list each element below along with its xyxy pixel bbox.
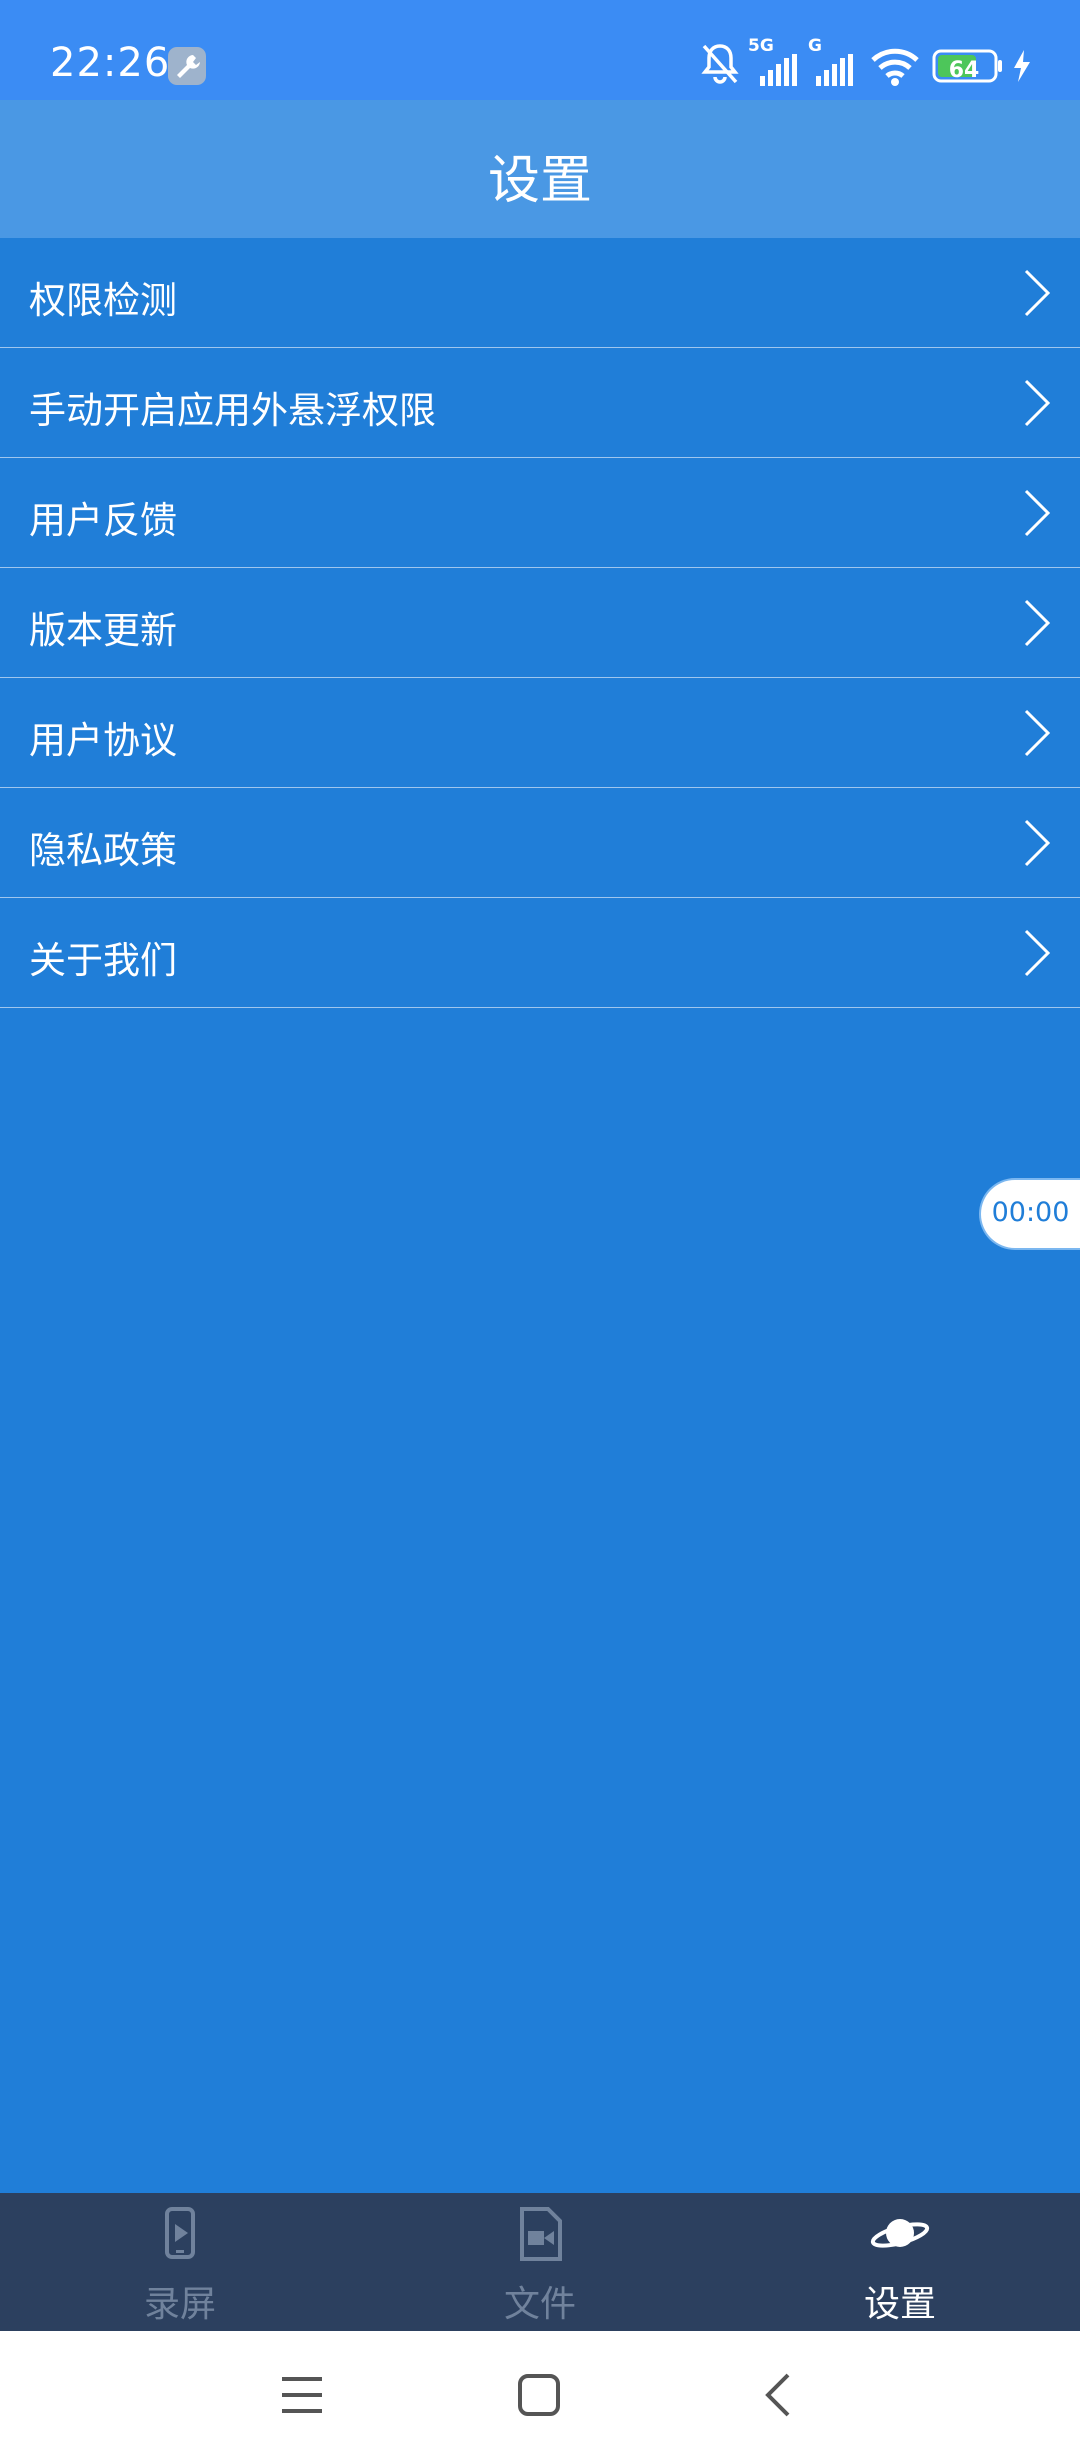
settings-item-about-us[interactable]: 关于我们 <box>0 898 1080 1008</box>
status-bar: 22:26 5G G 64 <box>0 0 1080 100</box>
network-label-1: 5G <box>748 36 774 56</box>
settings-item-label: 版本更新 <box>29 609 177 652</box>
wrench-icon <box>168 47 206 85</box>
bottom-nav: 录屏 文件 设置 <box>0 2193 1080 2331</box>
status-time: 22:26 <box>50 40 171 86</box>
app-header: 设置 <box>0 100 1080 238</box>
page-title: 设置 <box>487 151 592 211</box>
signal-icon-1 <box>760 54 800 90</box>
settings-item-permission-check[interactable]: 权限检测 <box>0 238 1080 348</box>
network-label-2: G <box>808 36 822 56</box>
status-icons: 5G G 64 <box>700 36 1040 92</box>
tab-label: 设置 <box>863 2284 936 2325</box>
settings-item-version-update[interactable]: 版本更新 <box>0 568 1080 678</box>
floating-timer-button[interactable]: 00:00 <box>979 1178 1080 1250</box>
tab-record[interactable]: 录屏 <box>0 2193 360 2331</box>
settings-item-privacy-policy[interactable]: 隐私政策 <box>0 788 1080 898</box>
battery-icon: 64 <box>932 48 1004 84</box>
chevron-right-icon <box>1024 709 1051 757</box>
home-icon[interactable] <box>517 2373 561 2417</box>
back-icon[interactable] <box>758 2373 802 2417</box>
settings-list: 权限检测 手动开启应用外悬浮权限 用户反馈 版本更新 用户协议 隐私政策 关于我… <box>0 238 1080 1008</box>
system-nav-bar <box>0 2331 1080 2460</box>
tab-label: 录屏 <box>143 2284 216 2325</box>
battery-level: 64 <box>948 58 980 83</box>
wifi-icon <box>870 48 920 90</box>
settings-item-label: 用户反馈 <box>29 499 177 542</box>
chevron-right-icon <box>1024 929 1051 977</box>
tab-settings[interactable]: 设置 <box>720 2193 1080 2331</box>
chevron-right-icon <box>1024 599 1051 647</box>
planet-icon <box>870 2219 930 2248</box>
settings-item-overlay-permission[interactable]: 手动开启应用外悬浮权限 <box>0 348 1080 458</box>
chevron-right-icon <box>1024 269 1051 317</box>
charging-icon <box>1012 48 1032 88</box>
settings-item-feedback[interactable]: 用户反馈 <box>0 458 1080 568</box>
signal-icon-2 <box>816 54 856 90</box>
settings-item-label: 手动开启应用外悬浮权限 <box>29 389 436 432</box>
settings-item-user-agreement[interactable]: 用户协议 <box>0 678 1080 788</box>
chevron-right-icon <box>1024 819 1051 867</box>
video-file-icon <box>520 2207 562 2261</box>
settings-item-label: 权限检测 <box>29 279 177 322</box>
tab-files[interactable]: 文件 <box>360 2193 720 2331</box>
bell-muted-icon <box>700 42 740 90</box>
menu-icon[interactable] <box>280 2373 324 2417</box>
phone-record-icon <box>165 2207 195 2259</box>
settings-item-label: 用户协议 <box>29 719 177 762</box>
tab-label: 文件 <box>503 2284 576 2325</box>
chevron-right-icon <box>1024 379 1051 427</box>
settings-item-label: 关于我们 <box>29 939 177 982</box>
chevron-right-icon <box>1024 489 1051 537</box>
settings-item-label: 隐私政策 <box>29 829 177 872</box>
